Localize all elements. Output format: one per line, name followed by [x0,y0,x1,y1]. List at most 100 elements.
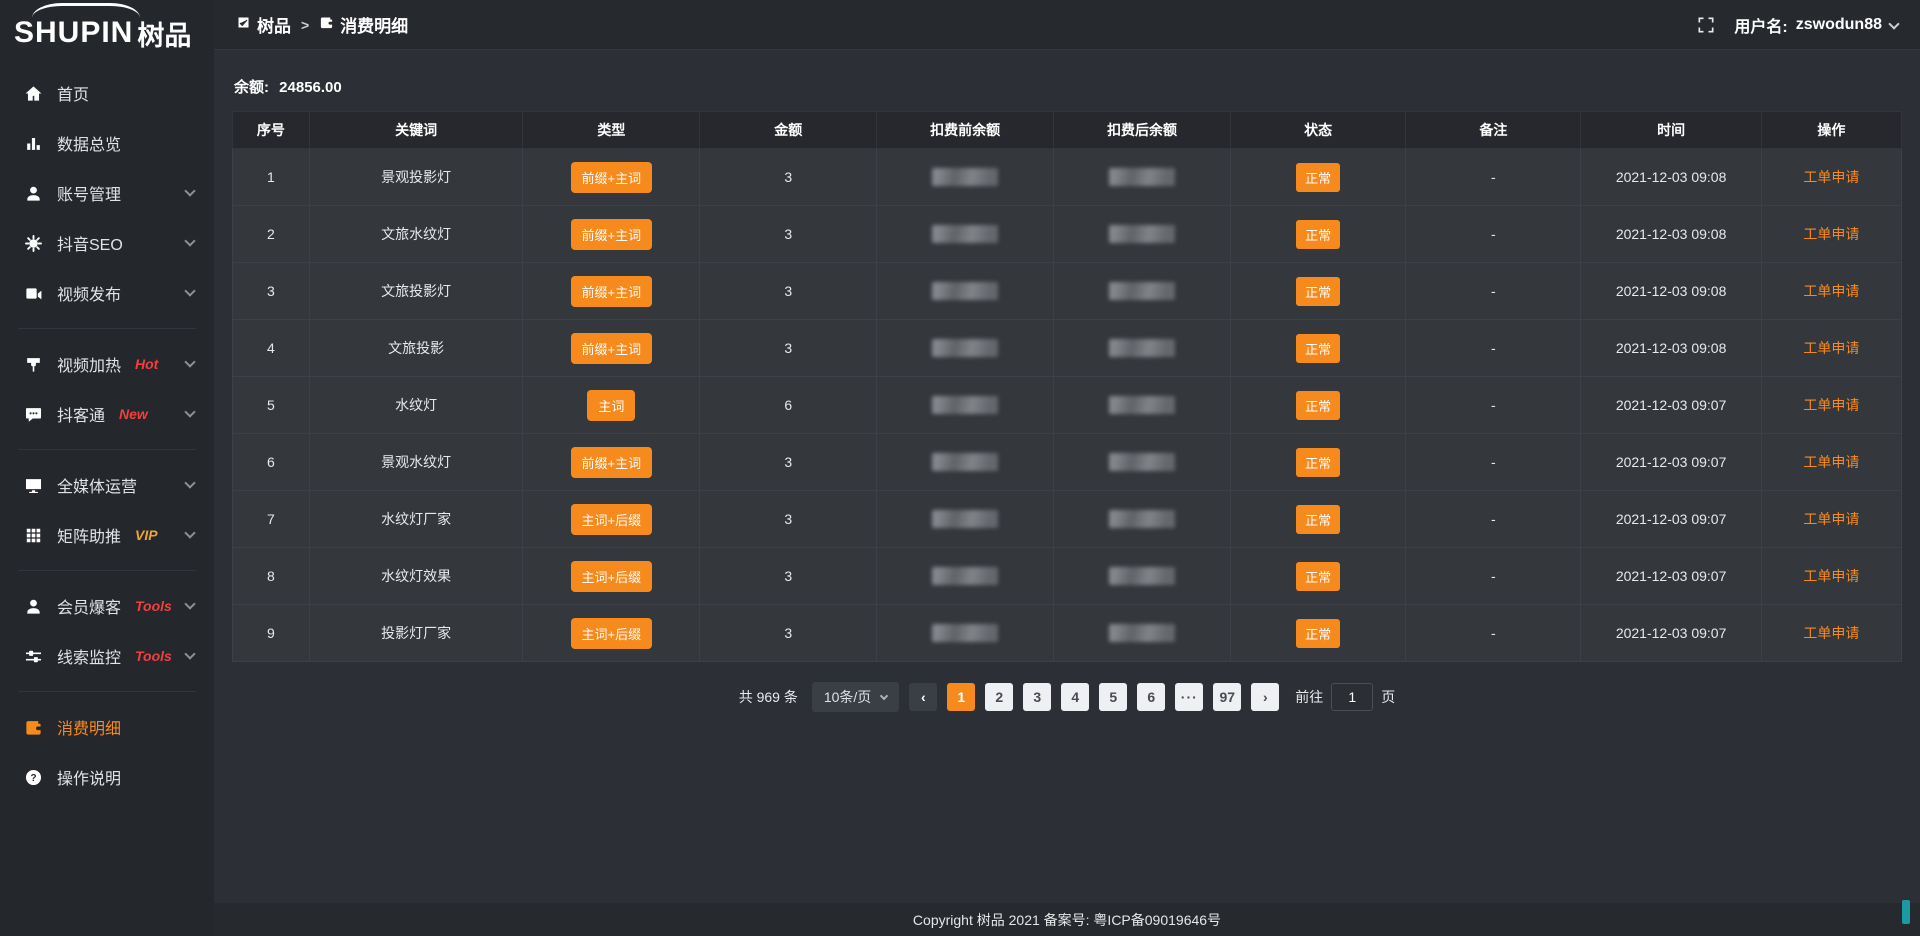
page-button-6[interactable]: 6 [1137,683,1165,711]
heat-icon [24,355,43,374]
table-row: 1景观投影灯前缀+主词3正常-2021-12-03 09:08工单申请 [233,149,1902,206]
sidebar-item-会员爆客[interactable]: 会员爆客Tools [0,581,214,631]
ticket-request-link[interactable]: 工单申请 [1803,568,1859,584]
ticket-request-link[interactable]: 工单申请 [1803,511,1859,527]
cell-keyword: 文旅水纹灯 [309,206,523,263]
cell-type: 前缀+主词 [523,263,700,320]
breadcrumb-item-home[interactable]: 树品 [236,12,291,37]
chart-icon [24,134,43,153]
sidebar-item-抖音SEO[interactable]: 抖音SEO [0,218,214,268]
sidebar-item-全媒体运营[interactable]: 全媒体运营 [0,460,214,510]
page-button-97[interactable]: 97 [1213,683,1241,711]
cell-note: - [1406,320,1581,377]
censored-value [1109,168,1175,186]
cell-index: 7 [233,491,310,548]
chevron-down-icon [184,598,195,609]
page-button-1[interactable]: 1 [947,683,975,711]
cell-keyword: 文旅投影灯 [309,263,523,320]
sidebar-item-首页[interactable]: 首页 [0,68,214,118]
sidebar-item-tag: Tools [135,598,172,614]
type-badge: 主词+后缀 [571,504,653,535]
cell-type: 前缀+主词 [523,206,700,263]
cell-index: 2 [233,206,310,263]
chevron-down-icon [1888,18,1899,29]
sidebar-item-消费明细[interactable]: 消费明细 [0,702,214,752]
page-button-5[interactable]: 5 [1099,683,1127,711]
sidebar-item-矩阵助推[interactable]: 矩阵助推VIP [0,510,214,560]
sidebar-item-视频发布[interactable]: 视频发布 [0,268,214,318]
table-row: 8水纹灯效果主词+后缀3正常-2021-12-03 09:07工单申请 [233,548,1902,605]
ticket-request-link[interactable]: 工单申请 [1803,625,1859,641]
logo-arc [32,3,140,33]
ticket-request-link[interactable]: 工单申请 [1803,397,1859,413]
cell-status: 正常 [1231,320,1406,377]
column-header: 类型 [523,112,700,149]
censored-value [932,567,998,585]
cell-time: 2021-12-03 09:07 [1581,434,1761,491]
type-badge: 前缀+主词 [571,162,653,193]
sidebar-item-数据总览[interactable]: 数据总览 [0,118,214,168]
column-header: 扣费后余额 [1054,112,1231,149]
cell-note: - [1406,263,1581,320]
cell-balance-before [877,491,1054,548]
cell-note: - [1406,434,1581,491]
prev-page-button[interactable]: ‹ [909,683,937,711]
cell-time: 2021-12-03 09:07 [1581,548,1761,605]
next-page-button[interactable]: › [1251,683,1279,711]
chevron-down-icon [880,691,888,699]
ticket-request-link[interactable]: 工单申请 [1803,169,1859,185]
sidebar-item-操作说明[interactable]: ?操作说明 [0,752,214,802]
breadcrumb-item-current[interactable]: 消费明细 [319,12,408,37]
censored-value [932,624,998,642]
sidebar-item-label: 视频发布 [57,281,121,305]
page-button-3[interactable]: 3 [1023,683,1051,711]
table-row: 3文旅投影灯前缀+主词3正常-2021-12-03 09:08工单申请 [233,263,1902,320]
balance-label: 余额: [234,79,269,96]
sidebar-item-label: 首页 [57,81,89,105]
floating-widget[interactable] [1902,900,1910,924]
sidebar-divider [18,570,196,571]
pagination-total: 共 969 条 [739,687,798,707]
page-button-2[interactable]: 2 [985,683,1013,711]
page-button-4[interactable]: 4 [1061,683,1089,711]
sidebar-item-视频加热[interactable]: 视频加热Hot [0,339,214,389]
status-badge: 正常 [1296,163,1340,192]
page-size-select[interactable]: 10条/页 [812,682,899,712]
chevron-down-icon [184,648,195,659]
status-badge: 正常 [1296,220,1340,249]
wallet-icon [319,15,334,35]
cell-index: 3 [233,263,310,320]
sidebar-divider [18,328,196,329]
cell-amount: 3 [700,491,877,548]
cell-index: 6 [233,434,310,491]
cell-status: 正常 [1231,434,1406,491]
sidebar-item-抖客通[interactable]: 抖客通New [0,389,214,439]
ticket-request-link[interactable]: 工单申请 [1803,340,1859,356]
column-header: 状态 [1231,112,1406,149]
more-pages-button[interactable]: ··· [1175,683,1203,711]
ticket-request-link[interactable]: 工单申请 [1803,226,1859,242]
user-menu[interactable]: 用户名: zswodun88 [1734,13,1898,37]
table-body: 1景观投影灯前缀+主词3正常-2021-12-03 09:08工单申请2文旅水纹… [233,149,1902,662]
ticket-request-link[interactable]: 工单申请 [1803,283,1859,299]
cell-status: 正常 [1231,206,1406,263]
cell-type: 前缀+主词 [523,149,700,206]
censored-value [1109,396,1175,414]
fullscreen-icon[interactable] [1696,15,1716,35]
cell-balance-before [877,377,1054,434]
cell-time: 2021-12-03 09:08 [1581,149,1761,206]
breadcrumb: 树品 > 消费明细 [236,12,408,37]
censored-value [932,225,998,243]
cell-status: 正常 [1231,263,1406,320]
sidebar-item-线索监控[interactable]: 线索监控Tools [0,631,214,681]
cell-action: 工单申请 [1761,377,1901,434]
goto-page-input[interactable] [1331,683,1373,711]
cell-balance-after [1054,605,1231,662]
ticket-request-link[interactable]: 工单申请 [1803,454,1859,470]
svg-text:?: ? [30,772,36,783]
status-badge: 正常 [1296,505,1340,534]
cell-amount: 3 [700,263,877,320]
column-header: 扣费前余额 [877,112,1054,149]
sidebar-item-账号管理[interactable]: 账号管理 [0,168,214,218]
video-icon [24,284,43,303]
